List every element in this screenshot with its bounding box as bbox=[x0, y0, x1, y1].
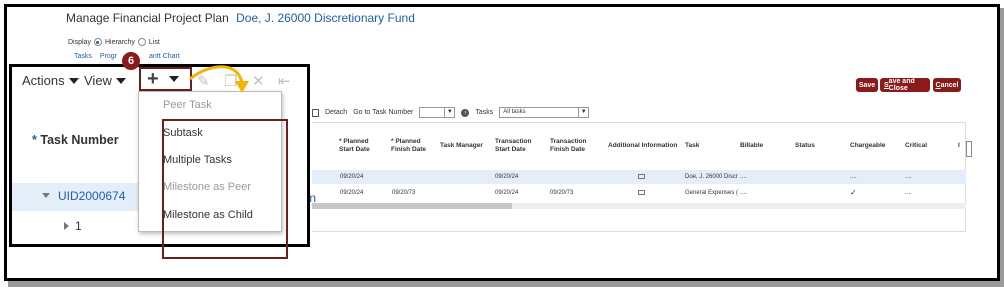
detach-icon[interactable] bbox=[312, 108, 319, 117]
display-label: Display bbox=[68, 38, 91, 46]
menu-item-milestone-as-child[interactable]: Milestone as Child bbox=[163, 209, 253, 221]
page-title: Manage Financial Project Plan bbox=[66, 11, 229, 25]
cell-task: Doe, J. 26000 Discr bbox=[685, 174, 738, 180]
tab-progress[interactable]: Progr bbox=[100, 53, 117, 60]
frame-shadow bbox=[8, 281, 1004, 287]
callout-arrow-icon bbox=[189, 65, 249, 93]
goto-task-label: Go to Task Number bbox=[353, 109, 414, 116]
list-label: List bbox=[148, 38, 160, 46]
cancel-button[interactable]: Cancel bbox=[933, 78, 961, 92]
child-task-number: 1 bbox=[75, 219, 82, 233]
column-header-planned-finish: * Planned Finish Date bbox=[391, 138, 427, 153]
menu-item-multiple-tasks[interactable]: Multiple Tasks bbox=[163, 154, 232, 166]
actions-label: Actions bbox=[22, 73, 65, 88]
hierarchy-label: Hierarchy bbox=[104, 38, 135, 46]
save-button[interactable]: Save bbox=[856, 78, 878, 92]
column-header-transaction-start: Transaction Start Date bbox=[495, 138, 532, 153]
horizontal-scrollbar[interactable] bbox=[312, 203, 966, 209]
view-menu[interactable]: View bbox=[84, 73, 126, 88]
header-text: * Planned Start Date bbox=[339, 138, 370, 153]
list-radio[interactable] bbox=[137, 38, 146, 46]
page-header: Manage Financial Project Plan Doe, J. 26… bbox=[66, 11, 415, 25]
chevron-down-icon bbox=[168, 76, 179, 82]
tab-tasks[interactable]: Tasks bbox=[74, 53, 92, 60]
actions-menu[interactable]: Actions bbox=[22, 73, 79, 88]
plus-icon: + bbox=[147, 68, 159, 90]
column-header-transaction-finish: Transaction Finish Date bbox=[550, 138, 587, 153]
goto-task-select[interactable]: ▼ bbox=[419, 107, 456, 118]
chevron-down-icon bbox=[68, 77, 79, 84]
add-task-dropdown: Peer Task Subtask Multiple Tasks Milesto… bbox=[138, 91, 288, 259]
chevron-down-icon bbox=[115, 77, 126, 84]
step-badge: 6 bbox=[122, 52, 140, 70]
column-header-status: Status bbox=[795, 142, 815, 149]
cell-planned-start: 09/20/24 bbox=[340, 174, 364, 180]
menu-item-milestone-as-peer: Milestone as Peer bbox=[163, 181, 252, 193]
go-arrow-icon[interactable]: › bbox=[461, 108, 470, 117]
chevron-down-icon: ▼ bbox=[444, 108, 454, 117]
frame-shadow-right bbox=[1000, 8, 1004, 287]
cell-task: General Expenses ( bbox=[685, 190, 739, 196]
column-resize-handle[interactable] bbox=[966, 141, 972, 157]
table-toolbar: Detach Go to Task Number ▼ › Tasks All t… bbox=[312, 107, 590, 118]
tasks-filter-select[interactable]: All tasks ▼ bbox=[499, 107, 590, 118]
task-uid-link[interactable]: UID2000674 bbox=[58, 189, 125, 203]
zoom-callout: Actions View + 6 ✎ ❐ ✕ ⇤ * Task Number U… bbox=[9, 52, 310, 259]
column-header-planned-start: * Planned Start Date bbox=[339, 138, 370, 154]
cell-planned-start: 09/20/24 bbox=[340, 190, 364, 196]
column-header-chargeable: Chargeable bbox=[850, 142, 886, 149]
save-and-close-button[interactable]: Save and Close bbox=[880, 78, 930, 92]
tab-gantt-chart[interactable]: antt Chart bbox=[149, 53, 180, 60]
cell-transaction-finish: 09/20/73 bbox=[550, 190, 574, 196]
expand-icon[interactable] bbox=[64, 222, 69, 230]
cell-billable: .... bbox=[740, 174, 747, 180]
cell-billable: .... bbox=[740, 190, 747, 196]
collapse-icon[interactable] bbox=[42, 193, 50, 198]
hierarchy-radio[interactable] bbox=[93, 38, 102, 46]
project-link[interactable]: Doe, J. 26000 Discretionary Fund bbox=[236, 11, 415, 25]
cell-transaction-start: 09/20/24 bbox=[495, 174, 519, 180]
column-header-more: I bbox=[958, 142, 960, 149]
cell-critical: .... bbox=[905, 190, 912, 196]
cell-critical: .... bbox=[905, 174, 912, 180]
column-header-task-manager: Task Manager bbox=[440, 142, 483, 149]
chevron-down-icon: ▼ bbox=[578, 108, 588, 117]
scrollbar-thumb[interactable] bbox=[312, 203, 512, 209]
view-label: View bbox=[84, 73, 112, 88]
column-header-critical: Critical bbox=[905, 142, 928, 149]
cell-transaction-start: 09/20/24 bbox=[495, 190, 519, 196]
additional-info-icon[interactable] bbox=[638, 190, 645, 197]
column-header-task: Task bbox=[685, 142, 700, 149]
indent-icon[interactable]: ⇤ bbox=[278, 72, 291, 90]
additional-info-icon[interactable] bbox=[638, 174, 645, 181]
column-header-additional-info: Additional Information bbox=[608, 142, 678, 149]
tasks-filter-label: Tasks bbox=[475, 109, 494, 116]
menu-item-subtask[interactable]: Subtask bbox=[163, 127, 203, 139]
child-task-row[interactable]: 1 bbox=[64, 219, 82, 233]
cell-chargeable: .... bbox=[850, 174, 857, 180]
column-header-billable: Billable bbox=[740, 142, 764, 149]
detach-label[interactable]: Detach bbox=[325, 109, 347, 116]
task-number-header: * Task Number bbox=[32, 133, 119, 147]
display-toggle: Display Hierarchy List bbox=[68, 38, 160, 46]
cell-planned-finish: 09/20/73 bbox=[392, 190, 416, 196]
cell-chargeable: ✓ bbox=[850, 188, 857, 197]
